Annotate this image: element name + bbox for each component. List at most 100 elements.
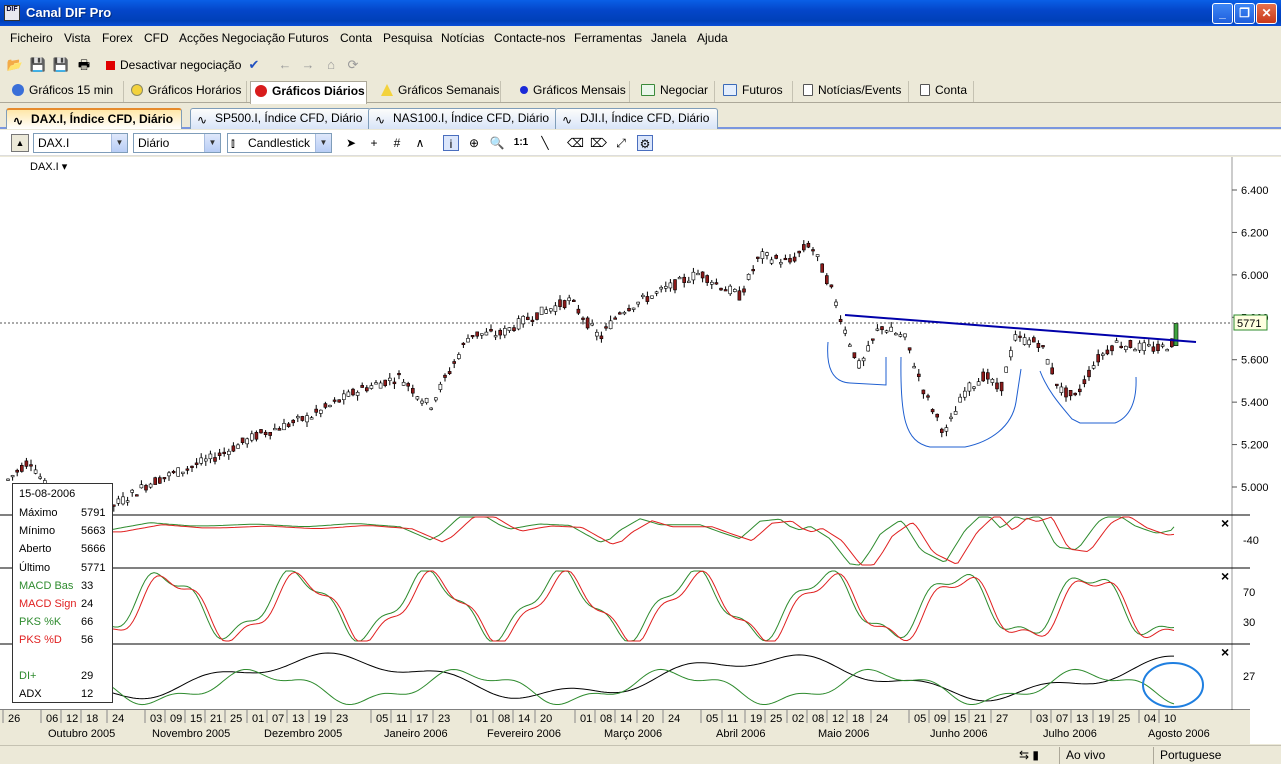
candle-body xyxy=(217,452,222,456)
title-bar: DIF Canal DIF Pro _ ❐ ✕ xyxy=(0,0,1281,26)
candle-body xyxy=(318,409,323,414)
menu-contacte-nos[interactable]: Contacte-nos xyxy=(494,31,565,45)
chart-tab-dax[interactable]: ∿ DAX.I, Índice CFD, Diário xyxy=(6,108,183,129)
candle-body xyxy=(392,381,397,385)
fit-tool-icon[interactable]: ⤢ xyxy=(613,135,629,151)
candle-body xyxy=(870,338,875,341)
home-icon[interactable]: ⌂ xyxy=(322,56,340,74)
close-button[interactable]: ✕ xyxy=(1256,3,1277,24)
trendline-tool-icon[interactable]: ╲ xyxy=(537,135,553,151)
close-adx-panel-icon[interactable]: × xyxy=(1221,644,1229,660)
tab-graficos-diarios[interactable]: Gráficos Diários xyxy=(250,81,367,104)
candle-body xyxy=(167,472,171,477)
symbol-select[interactable]: DAX.I ▼ xyxy=(33,133,128,153)
info-tool-icon[interactable]: i xyxy=(443,135,459,151)
data-row: PKS %K 66 xyxy=(19,616,111,634)
one-to-one-icon[interactable]: 1:1 xyxy=(513,135,529,151)
candle-body xyxy=(755,256,760,259)
maximize-button[interactable]: ❐ xyxy=(1234,3,1255,24)
data-row: MACD Sign 24 xyxy=(19,598,111,616)
deactivate-trading-button[interactable]: Desactivar negociação xyxy=(106,56,241,74)
menu-accoes-negociacao[interactable]: Acções Negociação xyxy=(179,31,285,45)
pointer-tool-icon[interactable]: ➤ xyxy=(343,135,359,151)
menu-cfd[interactable]: CFD xyxy=(144,31,169,45)
candle-body xyxy=(742,288,746,293)
zoom-tool-icon[interactable]: 🔍 xyxy=(489,135,505,151)
eraser-tool-icon[interactable]: ⌫ xyxy=(567,135,584,151)
price-tick-label: 5.000 xyxy=(1241,482,1269,494)
menu-ficheiro[interactable]: Ficheiro xyxy=(10,31,53,45)
candle-body xyxy=(1101,353,1105,356)
settings-tool-icon[interactable]: ⚙ xyxy=(637,135,653,151)
close-macd-panel-icon[interactable]: × xyxy=(1221,515,1229,531)
open-folder-icon[interactable]: 📂 xyxy=(6,56,24,74)
candle-body xyxy=(360,385,365,388)
tab-noticias-events[interactable]: Notícias/Events xyxy=(799,81,909,102)
chart-tab-dji[interactable]: ∿ DJI.I, Índice CFD, Diário xyxy=(555,108,719,129)
data-row: PKS %D 56 xyxy=(19,634,111,652)
candle-body xyxy=(548,308,553,312)
menu-ajuda[interactable]: Ajuda xyxy=(697,31,728,45)
candle-body xyxy=(300,416,305,421)
print-icon[interactable]: 🖶 xyxy=(75,56,93,74)
collapse-up-button[interactable]: ▲ xyxy=(11,134,29,152)
candle-body xyxy=(263,431,268,436)
candle-body xyxy=(1128,340,1133,348)
globe-icon xyxy=(12,84,24,96)
menu-ferramentas[interactable]: Ferramentas xyxy=(574,31,642,45)
tab-graficos-semanais[interactable]: Gráficos Semanais xyxy=(377,81,501,102)
save-all-icon[interactable]: 💾 xyxy=(52,56,70,74)
candle-body xyxy=(829,284,834,288)
refresh-icon[interactable]: ⟳ xyxy=(344,56,362,74)
candle-body xyxy=(470,335,475,338)
menu-futuros[interactable]: Futuros xyxy=(288,31,329,45)
zoom-area-tool-icon[interactable]: ⊕ xyxy=(466,135,482,151)
close-stoch-panel-icon[interactable]: × xyxy=(1221,568,1229,584)
menu-forex[interactable]: Forex xyxy=(102,31,133,45)
price-chart[interactable]: DAX.I ▾ 6.4006.2006.0005.8005.6005.4005.… xyxy=(0,157,1281,744)
candle-body xyxy=(613,317,618,320)
day-tick-label: 07 xyxy=(272,713,284,725)
menu-pesquisa[interactable]: Pesquisa xyxy=(383,31,432,45)
candle-body xyxy=(608,320,613,330)
erase-all-tool-icon[interactable]: ⌦ xyxy=(590,135,607,151)
menu-vista[interactable]: Vista xyxy=(64,31,90,45)
tab-graficos-15-min[interactable]: Gráficos 15 min xyxy=(8,81,124,102)
forward-arrow-icon[interactable]: → xyxy=(299,56,317,74)
month-tick-label: Outubro 2005 xyxy=(48,728,115,740)
back-arrow-icon[interactable]: ← xyxy=(276,56,294,74)
chart-symbol-label[interactable]: DAX.I ▾ xyxy=(30,161,68,173)
checkmark-icon[interactable]: ✔ xyxy=(245,56,263,74)
candle-body xyxy=(553,305,558,312)
tab-graficos-horarios[interactable]: Gráficos Horários xyxy=(127,81,247,102)
tab-negociar[interactable]: Negociar xyxy=(637,81,715,102)
candle-body xyxy=(1018,335,1022,338)
candle-body xyxy=(1147,344,1151,347)
data-row-label: MACD Bas xyxy=(19,580,74,592)
day-tick-label: 12 xyxy=(832,713,844,725)
candle-body xyxy=(415,396,420,400)
candle-body xyxy=(337,399,342,403)
save-icon[interactable]: 💾 xyxy=(29,56,47,74)
candle-body xyxy=(355,392,360,396)
menu-conta[interactable]: Conta xyxy=(340,31,372,45)
crosshair-tool-icon[interactable]: + xyxy=(366,135,382,151)
indicator-tool-icon[interactable]: ∧ xyxy=(412,135,428,151)
price-tick-label: 6.200 xyxy=(1241,227,1269,239)
candle-body xyxy=(668,282,673,289)
tab-futuros[interactable]: Futuros xyxy=(719,81,793,102)
menu-noticias[interactable]: Notícias xyxy=(441,31,484,45)
period-select[interactable]: Diário ▼ xyxy=(133,133,221,153)
candle-body xyxy=(875,328,880,331)
chart-tab-sp500[interactable]: ∿ SP500.I, Índice CFD, Diário xyxy=(190,108,372,129)
candlestick-icon: ⫾ xyxy=(231,136,235,150)
grid-tool-icon[interactable]: # xyxy=(389,135,405,151)
tab-conta[interactable]: Conta xyxy=(916,81,974,102)
chart-tab-nas100[interactable]: ∿ NAS100.I, Índice CFD, Diário xyxy=(368,108,559,129)
chart-type-select[interactable]: ⫾ Candlestick ▼ xyxy=(227,133,332,153)
tab-graficos-mensais[interactable]: Gráficos Mensais xyxy=(516,81,630,102)
minimize-button[interactable]: _ xyxy=(1212,3,1233,24)
menu-janela[interactable]: Janela xyxy=(651,31,686,45)
candle-body xyxy=(452,361,457,364)
chevron-down-icon: ▼ xyxy=(111,134,127,152)
